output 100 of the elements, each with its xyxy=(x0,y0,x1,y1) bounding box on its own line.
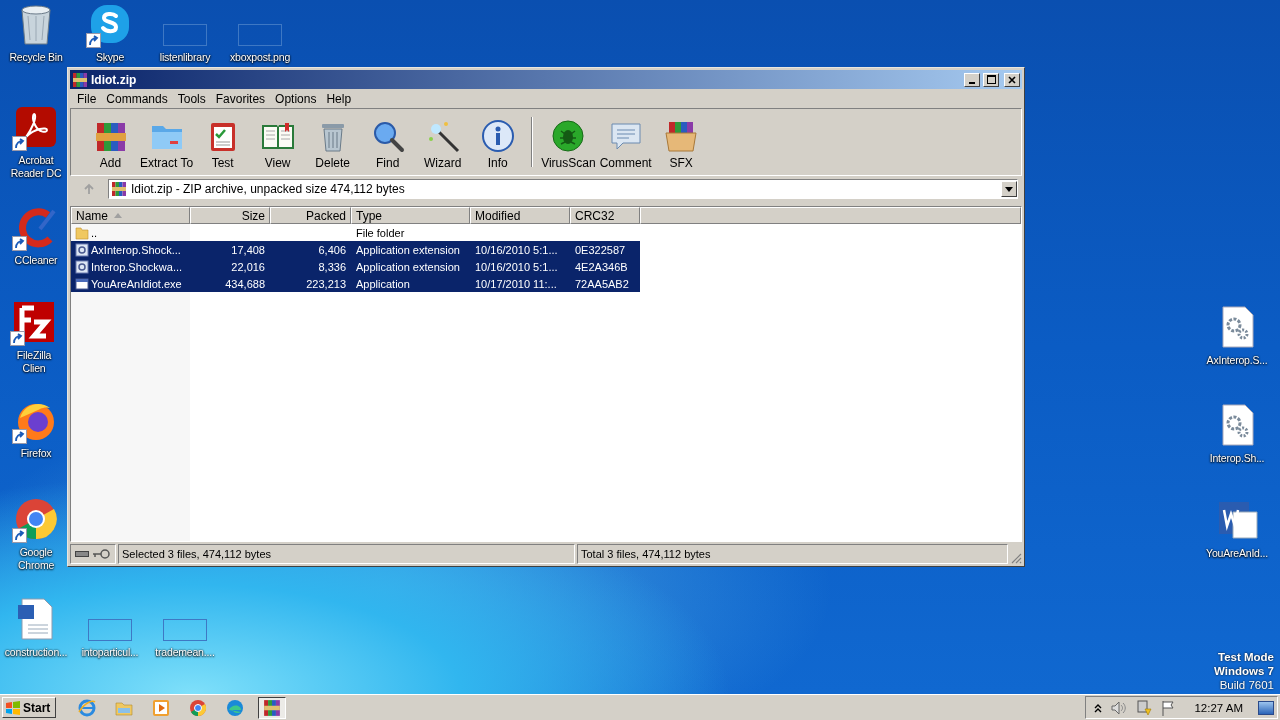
file-row[interactable]: .. File folder xyxy=(71,224,640,241)
column-header[interactable]: CRC32 xyxy=(570,207,640,224)
resize-grip-icon xyxy=(1010,552,1022,564)
minimize-button[interactable] xyxy=(964,72,980,87)
key-icon xyxy=(92,549,110,559)
arrow-up-icon xyxy=(83,183,95,195)
column-header[interactable]: Modified xyxy=(470,207,570,224)
toolbar-button[interactable]: Test xyxy=(195,117,251,173)
table-cell-text: File folder xyxy=(355,226,406,239)
icon-label[interactable]: Skype xyxy=(95,51,125,64)
gear-document-icon xyxy=(75,259,89,274)
speaker-icon xyxy=(1111,700,1128,715)
icon-label[interactable]: CCleaner xyxy=(14,254,58,267)
archive-icon xyxy=(72,71,88,88)
toolbar-button[interactable]: Delete xyxy=(305,117,361,173)
show-desktop-button[interactable] xyxy=(1258,700,1274,715)
maximize-icon xyxy=(986,75,996,84)
toolbar-button[interactable]: Info xyxy=(470,117,526,173)
table-cell-text: 17,408 xyxy=(230,243,266,256)
box-icon xyxy=(664,119,699,153)
close-icon xyxy=(1008,75,1016,84)
table-cell-text: 72AA5AB2 xyxy=(574,277,630,290)
toolbar-button[interactable]: Find xyxy=(360,117,416,173)
archive-icon xyxy=(263,698,281,717)
icon-label[interactable]: YouAreAnId... xyxy=(1206,547,1268,560)
window-title: Idiot.zip xyxy=(91,72,138,87)
table-cell-text: 10/17/2010 11:... xyxy=(474,277,558,290)
maximize-button[interactable] xyxy=(983,72,999,87)
caret-icon xyxy=(1005,186,1013,192)
table-cell-text: 4E2A346B xyxy=(574,260,629,273)
icon-label[interactable]: AxInterop.S... xyxy=(1206,354,1268,367)
status-text: Selected 3 files, 474,112 bytes xyxy=(118,544,575,564)
browser-icon xyxy=(77,697,97,718)
bug-icon xyxy=(551,119,586,153)
dropdown-button[interactable] xyxy=(1001,181,1017,197)
column-header[interactable]: Size xyxy=(190,207,270,224)
gear-document-icon xyxy=(75,242,89,257)
taskbar-button[interactable] xyxy=(258,696,286,719)
table-cell-text: Application extension xyxy=(355,243,461,256)
table-cell-text: Application xyxy=(355,277,411,290)
menu-item[interactable]: Help xyxy=(321,91,357,106)
icon-label[interactable]: Firefox xyxy=(20,447,52,460)
table-cell-text: 6,406 xyxy=(317,243,347,256)
icon-label[interactable]: FileZilla Clien xyxy=(5,349,63,375)
file-row[interactable]: AxInterop.Shock... 17,408 6,406 Application extension 10/16/2010 5:1... 0E322587 xyxy=(71,241,640,258)
table-cell-text: 223,213 xyxy=(305,277,347,290)
file-row[interactable]: Interop.Shockwa... 22,016 8,336 Application extension 10/16/2010 5:1... 4E2A346B xyxy=(71,258,640,275)
toolbar-button[interactable]: VirusScan xyxy=(539,117,598,173)
chevron-up-icon xyxy=(1094,702,1103,713)
window-icon xyxy=(75,276,89,291)
table-cell-text: 10/16/2010 5:1... xyxy=(474,243,559,256)
minimize-icon xyxy=(969,81,975,84)
toolbar-button[interactable]: Wizard xyxy=(415,117,471,173)
app-icon xyxy=(12,300,56,344)
close-button[interactable] xyxy=(1004,72,1020,87)
menu-item[interactable]: Favorites xyxy=(210,91,271,106)
table-cell-text: 10/16/2010 5:1... xyxy=(474,260,559,273)
table-cell-text: Application extension xyxy=(355,260,461,273)
toolbar-button[interactable]: View xyxy=(250,117,306,173)
table-cell-text: 0E322587 xyxy=(574,243,627,256)
address-field[interactable]: Idiot.zip - ZIP archive, unpacked size 474,112 bytes xyxy=(108,179,1018,199)
browser-icon xyxy=(225,697,245,718)
info-icon xyxy=(480,119,515,153)
app-icon xyxy=(88,2,132,46)
file-name: .. xyxy=(91,226,98,239)
toolbar-button[interactable]: Extract To xyxy=(138,117,196,173)
file-row[interactable]: YouAreAnIdiot.exe 434,688 223,213 Application 10/17/2010 11:... 72AA5AB2 xyxy=(71,275,640,292)
flag-icon xyxy=(1161,699,1176,716)
app-icon xyxy=(14,105,58,149)
toolbar-button[interactable]: SFX xyxy=(653,117,709,173)
icon-label[interactable]: listenlibrary xyxy=(159,51,211,64)
table-cell-text: 22,016 xyxy=(230,260,266,273)
windows-logo-icon xyxy=(5,699,21,716)
folder-icon xyxy=(75,225,89,240)
column-header[interactable]: Packed xyxy=(270,207,351,224)
menu-item[interactable]: Commands xyxy=(101,91,173,106)
start-button[interactable]: Start xyxy=(2,697,56,718)
toolbar-button[interactable]: Comment xyxy=(597,117,654,173)
menu-item[interactable]: Options xyxy=(270,91,322,106)
system-notice: Windows 7 xyxy=(1214,664,1274,678)
column-header[interactable]: Name xyxy=(71,207,190,224)
file-name: AxInterop.Shock... xyxy=(91,243,181,256)
icon-label[interactable]: Interop.Sh... xyxy=(1209,452,1265,465)
toolbar-button[interactable]: Add xyxy=(83,117,138,173)
clock[interactable]: 12:27 AM xyxy=(1194,701,1243,714)
table-cell-text: 8,336 xyxy=(317,260,347,273)
icon-label[interactable]: Recycle Bin xyxy=(9,51,63,64)
system-notice: Test Mode xyxy=(1218,650,1274,664)
network-icon xyxy=(1136,699,1153,716)
system-notice: Build 7601 xyxy=(1219,678,1274,692)
icon-label[interactable]: Acrobat Reader DC xyxy=(7,154,65,180)
app-icon xyxy=(14,497,58,541)
archive-icon xyxy=(111,181,127,197)
menu-item[interactable]: File xyxy=(72,91,102,106)
file-name: Interop.Shockwa... xyxy=(91,260,183,273)
menu-item[interactable]: Tools xyxy=(172,91,211,106)
drive-icon xyxy=(75,550,89,558)
column-header[interactable]: Type xyxy=(351,207,470,224)
icon-label[interactable]: xboxpost.png xyxy=(229,51,291,64)
file-name: YouAreAnIdiot.exe xyxy=(91,277,182,290)
